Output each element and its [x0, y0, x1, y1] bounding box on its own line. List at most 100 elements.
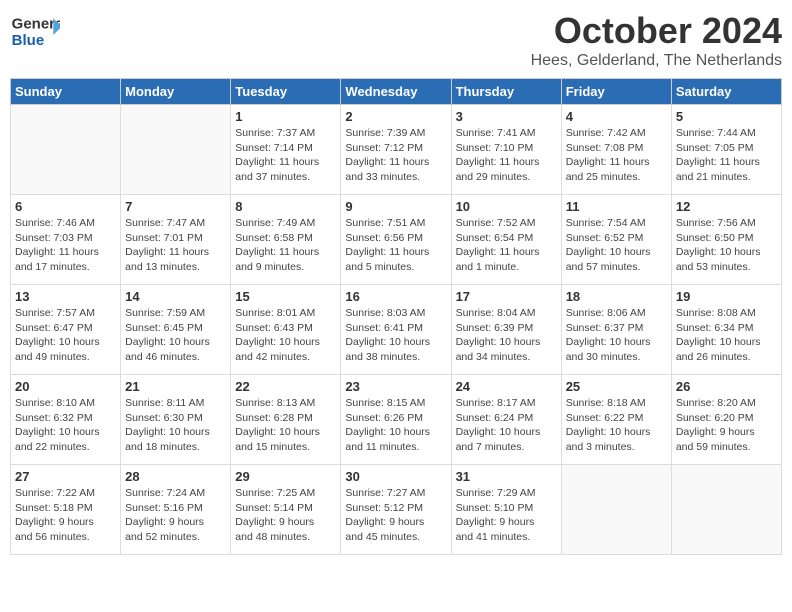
calendar-cell: 2 Sunrise: 7:39 AM Sunset: 7:12 PM Daylig… [341, 105, 451, 195]
calendar-cell: 13 Sunrise: 7:57 AM Sunset: 6:47 PM Dayli… [11, 285, 121, 375]
weekday-header-row: SundayMondayTuesdayWednesdayThursdayFrid… [11, 79, 782, 105]
calendar-cell: 11 Sunrise: 7:54 AM Sunset: 6:52 PM Dayli… [561, 195, 671, 285]
day-number: 29 [235, 469, 336, 484]
day-info: Sunrise: 8:01 AM Sunset: 6:43 PM Dayligh… [235, 306, 336, 365]
weekday-header-sunday: Sunday [11, 79, 121, 105]
day-info: Sunrise: 8:11 AM Sunset: 6:30 PM Dayligh… [125, 396, 226, 455]
day-info: Sunrise: 8:04 AM Sunset: 6:39 PM Dayligh… [456, 306, 557, 365]
month-title: October 2024 [531, 10, 782, 52]
day-info: Sunrise: 7:42 AM Sunset: 7:08 PM Dayligh… [566, 126, 667, 185]
week-row-3: 13 Sunrise: 7:57 AM Sunset: 6:47 PM Dayli… [11, 285, 782, 375]
svg-text:General: General [12, 15, 60, 32]
day-number: 15 [235, 289, 336, 304]
day-info: Sunrise: 7:25 AM Sunset: 5:14 PM Dayligh… [235, 486, 336, 545]
day-number: 25 [566, 379, 667, 394]
week-row-5: 27Sunrise: 7:22 AM Sunset: 5:18 PM Dayli… [11, 465, 782, 555]
day-number: 2 [345, 109, 446, 124]
day-number: 27 [15, 469, 116, 484]
weekday-header-monday: Monday [121, 79, 231, 105]
day-number: 3 [456, 109, 557, 124]
day-info: Sunrise: 7:39 AM Sunset: 7:12 PM Dayligh… [345, 126, 446, 185]
weekday-header-saturday: Saturday [671, 79, 781, 105]
day-number: 21 [125, 379, 226, 394]
calendar-cell: 6 Sunrise: 7:46 AM Sunset: 7:03 PM Daylig… [11, 195, 121, 285]
day-number: 13 [15, 289, 116, 304]
day-info: Sunrise: 7:41 AM Sunset: 7:10 PM Dayligh… [456, 126, 557, 185]
calendar-cell: 24Sunrise: 8:17 AM Sunset: 6:24 PM Dayli… [451, 375, 561, 465]
week-row-4: 20 Sunrise: 8:10 AM Sunset: 6:32 PM Dayli… [11, 375, 782, 465]
logo: General Blue [10, 10, 64, 50]
calendar-cell [671, 465, 781, 555]
calendar-cell: 27Sunrise: 7:22 AM Sunset: 5:18 PM Dayli… [11, 465, 121, 555]
day-info: Sunrise: 7:51 AM Sunset: 6:56 PM Dayligh… [345, 216, 446, 275]
day-info: Sunrise: 7:37 AM Sunset: 7:14 PM Dayligh… [235, 126, 336, 185]
calendar-cell: 10Sunrise: 7:52 AM Sunset: 6:54 PM Dayli… [451, 195, 561, 285]
day-number: 6 [15, 199, 116, 214]
day-info: Sunrise: 8:10 AM Sunset: 6:32 PM Dayligh… [15, 396, 116, 455]
calendar-cell: 28Sunrise: 7:24 AM Sunset: 5:16 PM Dayli… [121, 465, 231, 555]
day-number: 20 [15, 379, 116, 394]
calendar-cell: 7 Sunrise: 7:47 AM Sunset: 7:01 PM Daylig… [121, 195, 231, 285]
day-info: Sunrise: 7:46 AM Sunset: 7:03 PM Dayligh… [15, 216, 116, 275]
calendar-cell: 4 Sunrise: 7:42 AM Sunset: 7:08 PM Daylig… [561, 105, 671, 195]
calendar-cell: 15 Sunrise: 8:01 AM Sunset: 6:43 PM Dayli… [231, 285, 341, 375]
calendar-cell: 18 Sunrise: 8:06 AM Sunset: 6:37 PM Dayli… [561, 285, 671, 375]
title-area: October 2024 Hees, Gelderland, The Nethe… [531, 10, 782, 70]
day-info: Sunrise: 7:24 AM Sunset: 5:16 PM Dayligh… [125, 486, 226, 545]
calendar-cell: 3 Sunrise: 7:41 AM Sunset: 7:10 PM Daylig… [451, 105, 561, 195]
calendar-cell: 1 Sunrise: 7:37 AM Sunset: 7:14 PM Daylig… [231, 105, 341, 195]
day-number: 22 [235, 379, 336, 394]
calendar-cell [121, 105, 231, 195]
day-number: 8 [235, 199, 336, 214]
day-number: 24 [456, 379, 557, 394]
day-info: Sunrise: 8:06 AM Sunset: 6:37 PM Dayligh… [566, 306, 667, 365]
calendar-cell: 22 Sunrise: 8:13 AM Sunset: 6:28 PM Dayli… [231, 375, 341, 465]
day-info: Sunrise: 8:20 AM Sunset: 6:20 PM Dayligh… [676, 396, 777, 455]
day-number: 9 [345, 199, 446, 214]
page-header: General Blue October 2024 Hees, Gelderla… [10, 10, 782, 70]
logo-icon: General Blue [10, 10, 60, 50]
day-info: Sunrise: 7:49 AM Sunset: 6:58 PM Dayligh… [235, 216, 336, 275]
day-info: Sunrise: 7:57 AM Sunset: 6:47 PM Dayligh… [15, 306, 116, 365]
day-number: 7 [125, 199, 226, 214]
day-info: Sunrise: 7:27 AM Sunset: 5:12 PM Dayligh… [345, 486, 446, 545]
day-info: Sunrise: 7:44 AM Sunset: 7:05 PM Dayligh… [676, 126, 777, 185]
day-info: Sunrise: 8:15 AM Sunset: 6:26 PM Dayligh… [345, 396, 446, 455]
day-info: Sunrise: 7:29 AM Sunset: 5:10 PM Dayligh… [456, 486, 557, 545]
calendar-cell: 25 Sunrise: 8:18 AM Sunset: 6:22 PM Dayli… [561, 375, 671, 465]
week-row-1: 1 Sunrise: 7:37 AM Sunset: 7:14 PM Daylig… [11, 105, 782, 195]
calendar-cell: 29 Sunrise: 7:25 AM Sunset: 5:14 PM Dayli… [231, 465, 341, 555]
day-number: 30 [345, 469, 446, 484]
calendar-cell: 12Sunrise: 7:56 AM Sunset: 6:50 PM Dayli… [671, 195, 781, 285]
day-info: Sunrise: 7:54 AM Sunset: 6:52 PM Dayligh… [566, 216, 667, 275]
calendar-table: SundayMondayTuesdayWednesdayThursdayFrid… [10, 78, 782, 555]
day-number: 31 [456, 469, 557, 484]
weekday-header-friday: Friday [561, 79, 671, 105]
day-number: 11 [566, 199, 667, 214]
day-number: 12 [676, 199, 777, 214]
weekday-header-wednesday: Wednesday [341, 79, 451, 105]
day-number: 4 [566, 109, 667, 124]
day-info: Sunrise: 7:59 AM Sunset: 6:45 PM Dayligh… [125, 306, 226, 365]
day-info: Sunrise: 8:13 AM Sunset: 6:28 PM Dayligh… [235, 396, 336, 455]
week-row-2: 6 Sunrise: 7:46 AM Sunset: 7:03 PM Daylig… [11, 195, 782, 285]
calendar-cell: 14Sunrise: 7:59 AM Sunset: 6:45 PM Dayli… [121, 285, 231, 375]
calendar-cell: 17 Sunrise: 8:04 AM Sunset: 6:39 PM Dayli… [451, 285, 561, 375]
calendar-cell: 30 Sunrise: 7:27 AM Sunset: 5:12 PM Dayli… [341, 465, 451, 555]
calendar-cell: 9 Sunrise: 7:51 AM Sunset: 6:56 PM Daylig… [341, 195, 451, 285]
calendar-cell [561, 465, 671, 555]
day-number: 5 [676, 109, 777, 124]
day-number: 18 [566, 289, 667, 304]
calendar-cell: 31 Sunrise: 7:29 AM Sunset: 5:10 PM Dayli… [451, 465, 561, 555]
weekday-header-thursday: Thursday [451, 79, 561, 105]
day-info: Sunrise: 8:18 AM Sunset: 6:22 PM Dayligh… [566, 396, 667, 455]
weekday-header-tuesday: Tuesday [231, 79, 341, 105]
day-number: 1 [235, 109, 336, 124]
calendar-cell [11, 105, 121, 195]
day-number: 17 [456, 289, 557, 304]
day-number: 26 [676, 379, 777, 394]
day-number: 19 [676, 289, 777, 304]
calendar-cell: 20 Sunrise: 8:10 AM Sunset: 6:32 PM Dayli… [11, 375, 121, 465]
calendar-cell: 16Sunrise: 8:03 AM Sunset: 6:41 PM Dayli… [341, 285, 451, 375]
day-info: Sunrise: 7:47 AM Sunset: 7:01 PM Dayligh… [125, 216, 226, 275]
